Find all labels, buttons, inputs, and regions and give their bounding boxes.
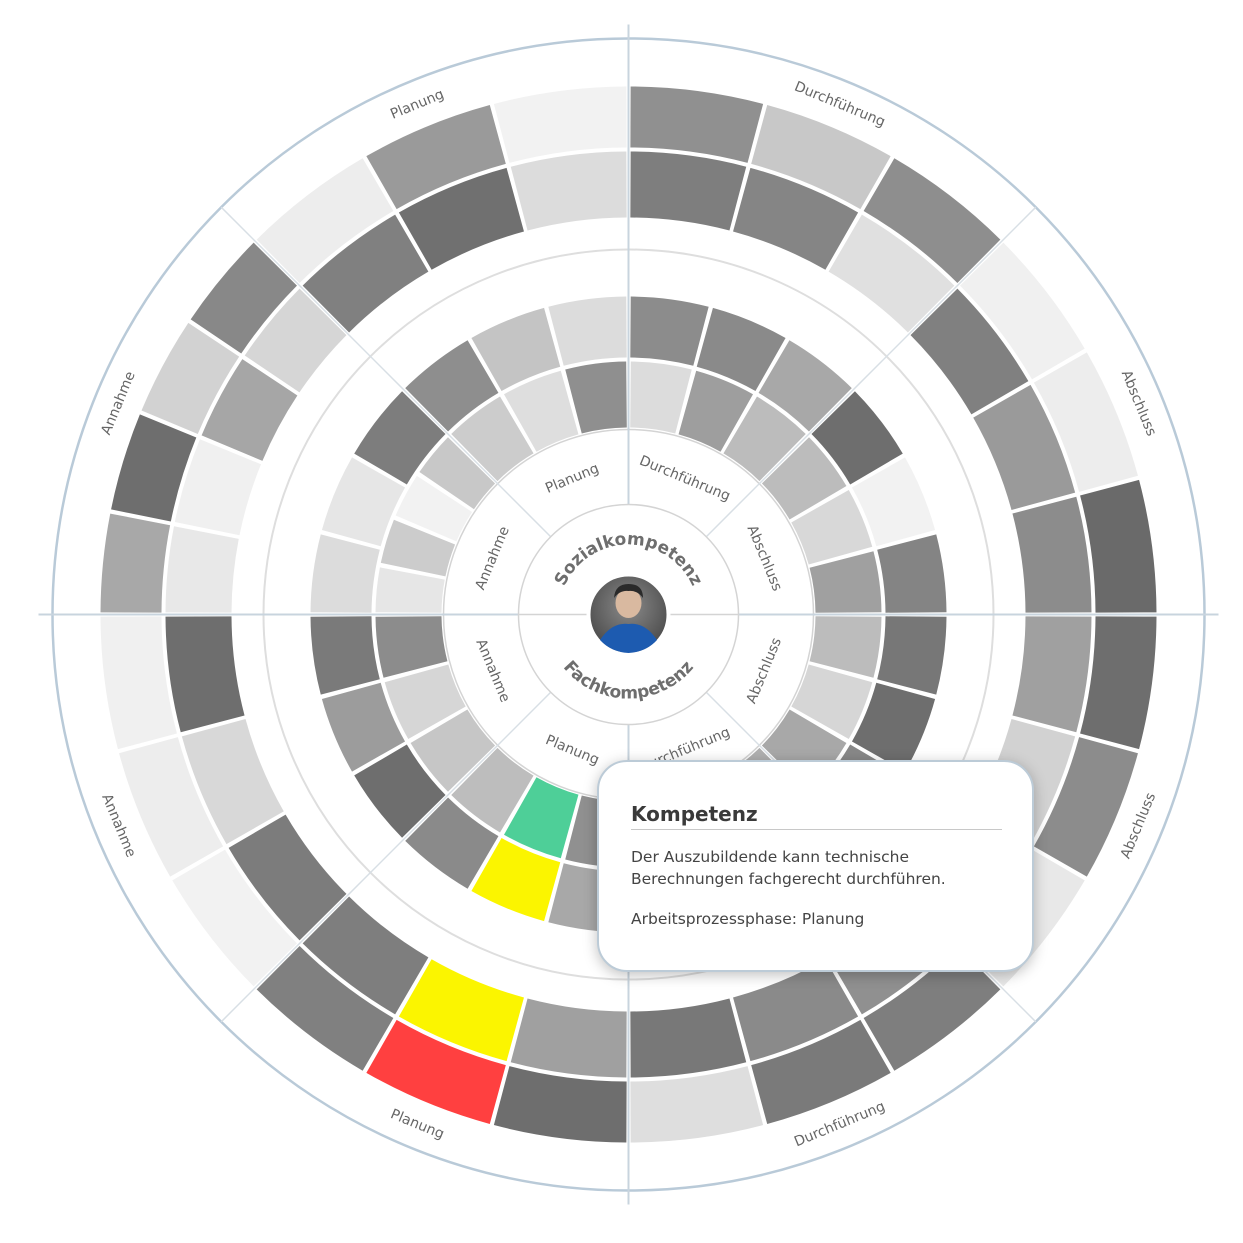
professional-annahme-ring4-segment-3[interactable]: [100, 616, 177, 750]
social-abschluss-ring4-segment-3[interactable]: [1080, 479, 1157, 613]
professional-abschluss-ring4-segment-1[interactable]: [1080, 616, 1157, 750]
professional-planung-inner-label: Planung: [543, 732, 601, 768]
social-annahme-ring1-segment-1[interactable]: [375, 567, 445, 613]
social-durchfuehrung-ring2-segment-1[interactable]: [630, 296, 709, 366]
competency-tooltip: Kompetenz Der Auszubildende kann technis…: [597, 760, 1034, 972]
social-planung-outer-label: Planung: [388, 86, 446, 122]
social-planung-inner-label: Planung: [543, 461, 601, 497]
professional-annahme-inner-label: Annahme: [472, 637, 512, 705]
professional-abschluss-ring2-segment-1[interactable]: [877, 616, 947, 695]
social-durchfuehrung-ring4-segment-1[interactable]: [630, 86, 764, 163]
social-planung-ring3-segment-3[interactable]: [510, 151, 627, 231]
tooltip-description: Der Auszubildende kann technische Berech…: [631, 848, 946, 888]
professional-planung-ring4-segment-1[interactable]: [493, 1066, 627, 1143]
professional-abschluss-inner-label: Abschluss: [744, 636, 785, 707]
social-annahme-ring3-segment-1[interactable]: [165, 526, 239, 613]
social-abschluss-ring2-segment-3[interactable]: [877, 534, 947, 613]
social-abschluss-inner-label: Abschluss: [744, 523, 785, 594]
tooltip-title: Kompetenz: [631, 802, 1002, 830]
professional-planung-outer-label: Planung: [388, 1106, 446, 1142]
tooltip-phase: Arbeitsprozessphase: Planung: [631, 910, 865, 928]
professional-durchfuehrung-ring3-segment-3[interactable]: [630, 998, 747, 1078]
avatar: [586, 572, 671, 657]
professional-abschluss-ring3-segment-1[interactable]: [1012, 616, 1092, 733]
social-planung-ring2-segment-3[interactable]: [548, 296, 627, 366]
social-annahme-ring4-segment-1[interactable]: [100, 513, 171, 613]
social-annahme-outer-label: Annahme: [98, 369, 138, 437]
professional-annahme-outer-label: Annahme: [98, 792, 138, 860]
professional-annahme-ring2-segment-3[interactable]: [310, 616, 380, 695]
professional-annahme-ring3-segment-3[interactable]: [165, 616, 245, 733]
social-abschluss-ring3-segment-3[interactable]: [1012, 496, 1092, 613]
social-durchfuehrung-ring3-segment-1[interactable]: [630, 151, 747, 231]
social-durchfuehrung-inner-label: Durchführung: [637, 453, 733, 505]
social-annahme-inner-label: Annahme: [472, 524, 512, 592]
professional-planung-ring3-segment-1[interactable]: [510, 998, 627, 1078]
social-annahme-ring2-segment-1[interactable]: [310, 534, 380, 613]
social-planung-ring4-segment-3[interactable]: [493, 86, 627, 163]
professional-durchfuehrung-ring4-segment-3[interactable]: [630, 1066, 764, 1143]
competency-wheel: Annahme Annahme Planung Planung Durchführung…: [38, 24, 1219, 1205]
